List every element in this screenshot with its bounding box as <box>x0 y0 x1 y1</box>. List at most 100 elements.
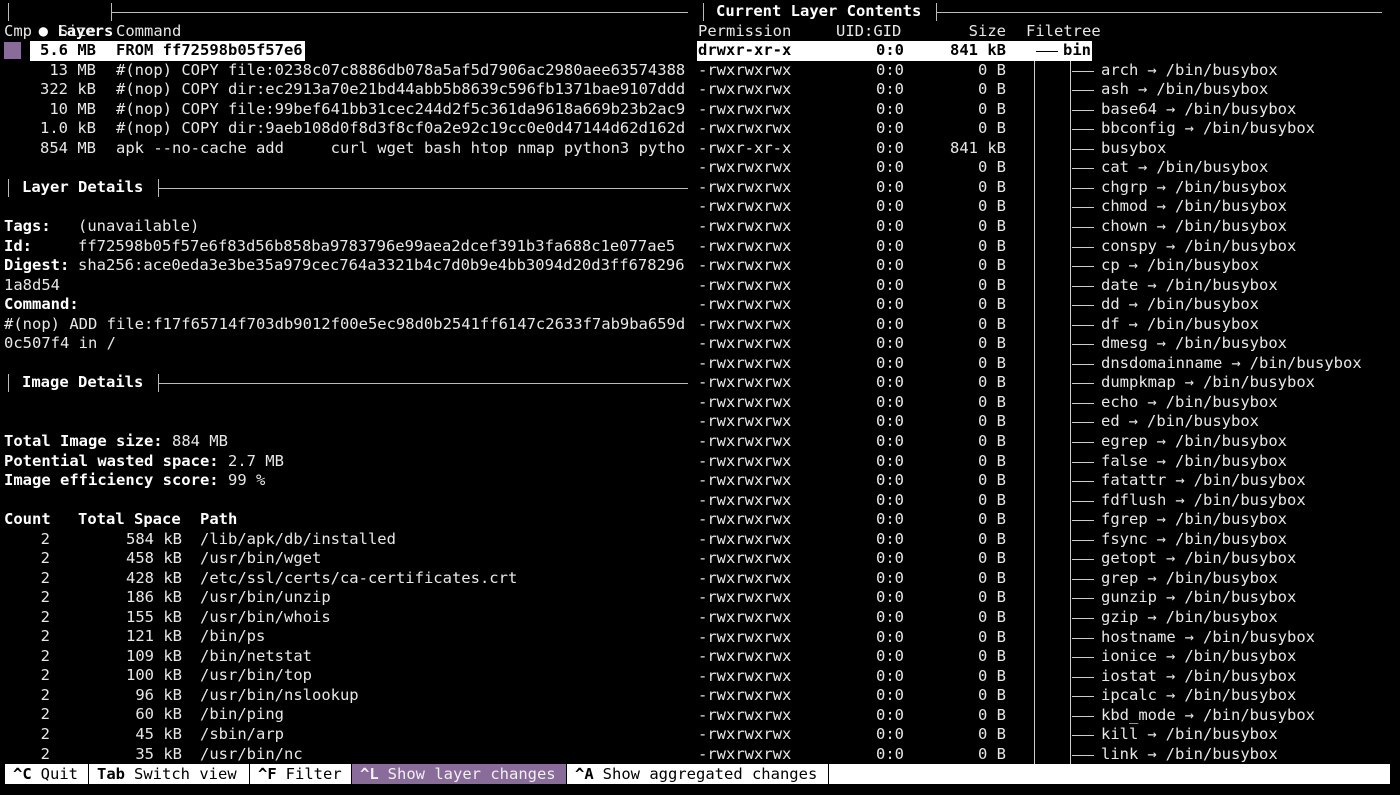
tree-entry-name: ionice → /bin/busybox <box>1101 647 1296 667</box>
permission-cell: -rwxrwxrwx <box>698 256 792 275</box>
uidgid-cell: 0:0 <box>876 607 904 626</box>
uidgid-cell: 0:0 <box>876 471 904 490</box>
uidgid-cell: 0:0 <box>876 41 904 59</box>
footer-label: Quit <box>40 765 78 783</box>
tree-row[interactable]: -rwxrwxrwx 0:0 0 B fgrep → /bin/busybox <box>0 510 1400 530</box>
symlink-target: /bin/busybox <box>1165 607 1278 626</box>
tree-row[interactable]: -rwxrwxrwx 0:0 0 B kill → /bin/busybox <box>0 725 1400 745</box>
size-cell: 0 B <box>978 334 1006 353</box>
layers-title[interactable]: ● Layers <box>20 2 114 40</box>
tree-row[interactable]: -rwxrwxrwx 0:0 0 B bbconfig → /bin/busybox <box>0 119 1400 139</box>
tree-row[interactable]: -rwxrwxrwx 0:0 0 B getopt → /bin/busybox <box>0 549 1400 569</box>
size-cell: 0 B <box>978 275 1006 294</box>
tree-row[interactable]: -rwxrwxrwx 0:0 0 B fatattr → /bin/busybox <box>0 471 1400 491</box>
permission-cell: -rwxrwxrwx <box>698 80 792 99</box>
tree-connector <box>1072 500 1094 502</box>
uidgid-cell: 0:0 <box>876 705 904 724</box>
tree-row[interactable]: -rwxrwxrwx 0:0 0 B cat → /bin/busybox <box>0 158 1400 178</box>
tree-row[interactable]: -rwxrwxrwx 0:0 0 B dd → /bin/busybox <box>0 295 1400 315</box>
file-name: fdflush <box>1101 490 1167 509</box>
symlink-target: /bin/busybox <box>1165 60 1278 79</box>
file-name: false <box>1101 451 1148 470</box>
symlink-target: /bin/busybox <box>1147 314 1259 333</box>
tree-row[interactable]: -rwxrwxrwx 0:0 0 B grep → /bin/busybox <box>0 569 1400 589</box>
tree-entry-name: ipcalc → /bin/busybox <box>1101 686 1296 706</box>
footer-key-show-aggregated-changes[interactable]: ^A Show aggregated changes <box>567 764 828 784</box>
tree-entry-name: fdflush → /bin/busybox <box>1101 491 1306 511</box>
footer-key-switch-view[interactable]: Tab Switch view <box>89 764 249 784</box>
tree-row[interactable]: -rwxr-xr-x 0:0 841 kB busybox <box>0 139 1400 159</box>
file-name: base64 <box>1101 99 1157 118</box>
footer-key-filter[interactable]: ^F Filter <box>250 764 351 784</box>
uidgid-cell: 0:0 <box>876 60 904 79</box>
tree-row[interactable]: -rwxrwxrwx 0:0 0 B false → /bin/busybox <box>0 452 1400 472</box>
uidgid-cell: 0:0 <box>876 568 904 587</box>
tree-row[interactable]: -rwxrwxrwx 0:0 0 B iostat → /bin/busybox <box>0 667 1400 687</box>
tree-entry-name: echo → /bin/busybox <box>1101 393 1278 413</box>
symlink-target: /bin/busybox <box>1184 666 1297 685</box>
size-cell: 0 B <box>978 666 1006 685</box>
col-filetree: Filetree <box>1026 22 1101 40</box>
symlink-target: /bin/busybox <box>1184 588 1297 607</box>
tree-row[interactable]: -rwxrwxrwx 0:0 0 B dmesg → /bin/busybox <box>0 334 1400 354</box>
size-cell: 0 B <box>978 236 1006 255</box>
tree-row[interactable]: -rwxrwxrwx 0:0 0 B kbd_mode → /bin/busybox <box>0 706 1400 726</box>
tree-row[interactable]: -rwxrwxrwx 0:0 0 B fdflush → /bin/busybox <box>0 491 1400 511</box>
tree-row[interactable]: -rwxrwxrwx 0:0 0 B gunzip → /bin/busybox <box>0 588 1400 608</box>
symlink-target: /bin/busybox <box>1193 471 1306 490</box>
size-cell: 0 B <box>978 549 1006 568</box>
tree-row[interactable]: -rwxrwxrwx 0:0 0 B ash → /bin/busybox <box>0 80 1400 100</box>
footer-key-show-layer-changes[interactable]: ^L Show layer changes <box>352 764 566 784</box>
contents-title[interactable]: Current Layer Contents <box>716 2 921 22</box>
tree-row[interactable]: -rwxrwxrwx 0:0 0 B conspy → /bin/busybox <box>0 237 1400 257</box>
tree-entry-name: base64 → /bin/busybox <box>1101 100 1296 120</box>
tree-row[interactable]: -rwxrwxrwx 0:0 0 B cp → /bin/busybox <box>0 256 1400 276</box>
tree-connector <box>1072 520 1094 522</box>
tree-row[interactable]: -rwxrwxrwx 0:0 0 B chmod → /bin/busybox <box>0 197 1400 217</box>
uidgid-cell: 0:0 <box>876 588 904 607</box>
uidgid-cell: 0:0 <box>876 158 904 177</box>
file-name: link <box>1101 744 1139 763</box>
symlink-arrow-icon: → <box>1175 471 1185 490</box>
col-command: Command <box>116 22 182 40</box>
size-cell: 0 B <box>978 744 1006 763</box>
tree-row[interactable]: -rwxrwxrwx 0:0 0 B date → /bin/busybox <box>0 276 1400 296</box>
tree-row[interactable]: -rwxrwxrwx 0:0 0 B echo → /bin/busybox <box>0 393 1400 413</box>
tree-row[interactable]: -rwxrwxrwx 0:0 0 B base64 → /bin/busybox <box>0 100 1400 120</box>
tree-row-selected[interactable]: drwxr-xr-x 0:0 841 kB bin <box>0 41 1400 61</box>
tree-row[interactable]: -rwxrwxrwx 0:0 0 B egrep → /bin/busybox <box>0 432 1400 452</box>
tree-row[interactable]: -rwxrwxrwx 0:0 0 B df → /bin/busybox <box>0 315 1400 335</box>
size-cell: 0 B <box>978 373 1006 392</box>
tree-row[interactable]: -rwxrwxrwx 0:0 0 B fsync → /bin/busybox <box>0 530 1400 550</box>
permission-cell: drwxr-xr-x <box>698 41 792 59</box>
size-cell: 0 B <box>978 490 1006 509</box>
tree-row[interactable]: -rwxrwxrwx 0:0 0 B arch → /bin/busybox <box>0 61 1400 81</box>
tree-connector <box>1072 422 1094 424</box>
tree-row[interactable]: -rwxrwxrwx 0:0 0 B gzip → /bin/busybox <box>0 608 1400 628</box>
tree-row[interactable]: -rwxrwxrwx 0:0 0 B ionice → /bin/busybox <box>0 647 1400 667</box>
symlink-arrow-icon: → <box>1147 568 1157 587</box>
file-name: cp <box>1101 256 1120 275</box>
symlink-arrow-icon: → <box>1156 510 1167 529</box>
file-name: gunzip <box>1101 588 1157 607</box>
file-name: df <box>1101 314 1120 333</box>
tree-row[interactable]: -rwxrwxrwx 0:0 0 B chgrp → /bin/busybox <box>0 178 1400 198</box>
tree-connector <box>1072 129 1094 131</box>
tree-row[interactable]: -rwxrwxrwx 0:0 0 B link → /bin/busybox <box>0 745 1400 765</box>
uidgid-cell: 0:0 <box>876 99 904 118</box>
size-cell: 841 kB <box>950 138 1006 157</box>
tree-row[interactable]: -rwxrwxrwx 0:0 0 B ed → /bin/busybox <box>0 412 1400 432</box>
permission-cell: -rwxrwxrwx <box>698 236 792 255</box>
tree-entry-name: link → /bin/busybox <box>1101 745 1278 765</box>
tree-row[interactable]: -rwxrwxrwx 0:0 0 B chown → /bin/busybox <box>0 217 1400 237</box>
tree-row[interactable]: -rwxrwxrwx 0:0 0 B dumpkmap → /bin/busybox <box>0 373 1400 393</box>
tree-row[interactable]: -rwxrwxrwx 0:0 0 B dnsdomainname → /bin/busyb… <box>0 354 1400 374</box>
tree-row[interactable]: -rwxrwxrwx 0:0 0 B hostname → /bin/busybox <box>0 628 1400 648</box>
symlink-target: /bin/busybox <box>1203 627 1315 646</box>
footer-key-quit[interactable]: ^C Quit <box>5 764 88 784</box>
tree-connector <box>1072 285 1094 287</box>
tree-row[interactable]: -rwxrwxrwx 0:0 0 B ipcalc → /bin/busybox <box>0 686 1400 706</box>
permission-cell: -rwxrwxrwx <box>698 666 792 685</box>
tree-connector <box>1072 305 1094 307</box>
uidgid-cell: 0:0 <box>876 138 904 157</box>
